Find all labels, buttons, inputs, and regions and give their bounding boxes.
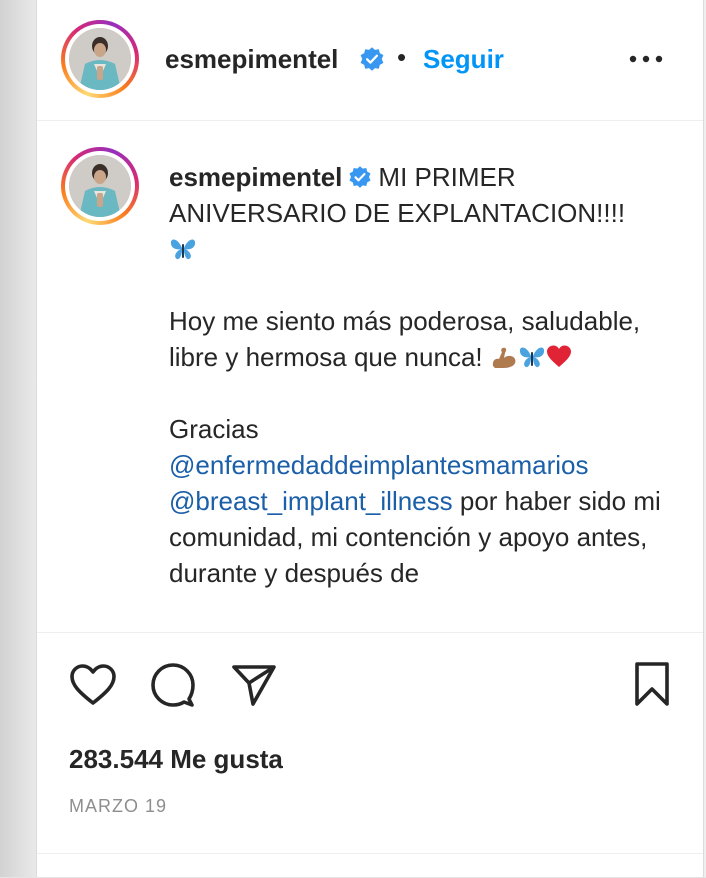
- verified-badge-icon: [360, 47, 384, 71]
- header-username[interactable]: esmepimentel: [165, 44, 338, 75]
- separator-dot: •: [397, 42, 407, 72]
- caption-avatar-photo: [69, 155, 131, 217]
- flexed-biceps-emoji: [492, 347, 516, 368]
- butterfly-emoji: [519, 347, 544, 368]
- heart-icon[interactable]: [69, 663, 117, 707]
- post-date: MARZO 19: [69, 796, 168, 816]
- mention-link[interactable]: @enfermedaddeimplantesmamarios: [169, 450, 588, 480]
- background-left: [0, 0, 36, 877]
- post-card: esmepimentel • Seguir esmepimentel MI PR…: [36, 0, 704, 877]
- caption-thanks: Gracias: [169, 414, 259, 444]
- caption-first-paragraph: esmepimentel MI PRIMER ANIVERSARIO DE EXP…: [169, 159, 669, 267]
- caption-text: esmepimentel MI PRIMER ANIVERSARIO DE EXP…: [169, 159, 669, 627]
- post-header: esmepimentel • Seguir: [37, 0, 703, 121]
- bookmark-icon[interactable]: [633, 661, 671, 707]
- mention-link[interactable]: @breast_implant_illness: [169, 486, 453, 516]
- caption-avatar[interactable]: [61, 147, 139, 225]
- share-icon[interactable]: [231, 663, 277, 707]
- avatar-photo: [69, 28, 131, 90]
- action-bar: [37, 633, 703, 743]
- avatar[interactable]: [61, 20, 139, 98]
- butterfly-emoji: [170, 239, 196, 260]
- caption-area: esmepimentel MI PRIMER ANIVERSARIO DE EXP…: [37, 121, 703, 632]
- like-count[interactable]: 283.544 Me gusta: [69, 744, 283, 775]
- caption-third-paragraph: Gracias @enfermedaddeimplantesmamarios @…: [169, 411, 669, 591]
- caption-username[interactable]: esmepimentel: [169, 162, 342, 192]
- follow-button[interactable]: Seguir: [423, 44, 504, 75]
- caption-second-paragraph: Hoy me siento más poderosa, saludable, l…: [169, 303, 669, 375]
- add-comment-bar: [37, 853, 703, 878]
- verified-badge-icon: [349, 166, 371, 188]
- comment-icon[interactable]: [149, 661, 197, 709]
- red-heart-emoji: [546, 345, 571, 367]
- more-options-icon[interactable]: [627, 44, 667, 74]
